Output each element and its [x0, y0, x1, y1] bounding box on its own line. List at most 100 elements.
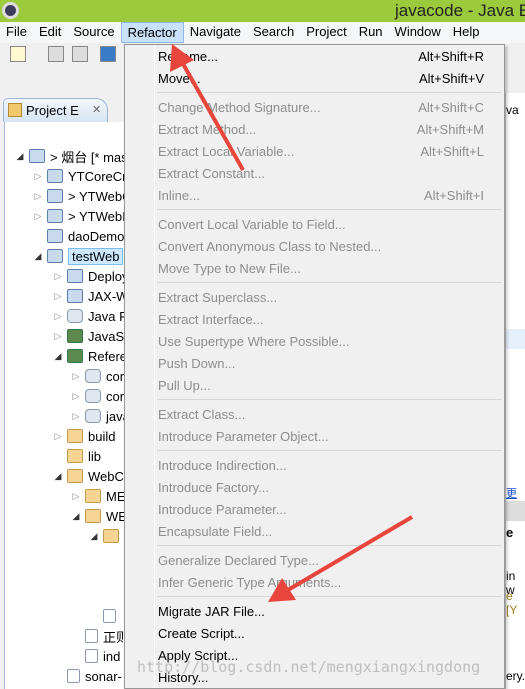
- menu-item-extract-interface[interactable]: Extract Interface...: [125, 308, 504, 330]
- folder-icon: [67, 469, 83, 483]
- menu-item-extract-constant[interactable]: Extract Constant...: [125, 162, 504, 184]
- menu-item-introduce-parameter-object[interactable]: Introduce Parameter Object...: [125, 425, 504, 447]
- tree-item[interactable]: [107, 546, 121, 566]
- menu-item-create-script[interactable]: Create Script...: [125, 622, 504, 644]
- tree-item[interactable]: ▷ java: [71, 406, 130, 426]
- close-icon[interactable]: ✕: [92, 103, 101, 116]
- menu-item-move[interactable]: Move... Alt+Shift+V: [125, 67, 504, 89]
- menu-item-introduce-parameter[interactable]: Introduce Parameter...: [125, 498, 504, 520]
- collapsed-arrow-icon[interactable]: ▷: [33, 171, 43, 182]
- menu-navigate[interactable]: Navigate: [184, 22, 247, 43]
- menu-item-shortcut: Alt+Shift+I: [424, 187, 484, 203]
- editor-tab[interactable]: va: [506, 103, 519, 117]
- menu-run[interactable]: Run: [353, 22, 389, 43]
- tree-item[interactable]: [89, 606, 121, 626]
- menu-item-extract-class[interactable]: Extract Class...: [125, 403, 504, 425]
- tree-item[interactable]: ◢ testWeb: [33, 246, 124, 266]
- console-line: ery.a: [506, 669, 525, 683]
- menu-item-introduce-factory[interactable]: Introduce Factory...: [125, 476, 504, 498]
- menu-item-generalize-declared-type[interactable]: Generalize Declared Type...: [125, 549, 504, 571]
- menu-item-extract-method[interactable]: Extract Method... Alt+Shift+M: [125, 118, 504, 140]
- console-tab[interactable]: e: [506, 525, 513, 540]
- menu-file[interactable]: File: [0, 22, 33, 43]
- menu-item-apply-script[interactable]: Apply Script...: [125, 644, 504, 666]
- collapsed-arrow-icon[interactable]: ▷: [53, 331, 63, 342]
- proj-icon: [47, 209, 63, 223]
- tree-item[interactable]: ◢ WebCo: [53, 466, 132, 486]
- tree-item[interactable]: [107, 586, 121, 606]
- tree-item[interactable]: ind: [71, 646, 120, 666]
- monitor-icon[interactable]: [100, 46, 116, 62]
- menu-item-change-method-signature[interactable]: Change Method Signature... Alt+Shift+C: [125, 96, 504, 118]
- menu-source[interactable]: Source: [67, 22, 120, 43]
- menu-search[interactable]: Search: [247, 22, 300, 43]
- collapsed-arrow-icon[interactable]: ▷: [53, 311, 63, 322]
- tree-item[interactable]: ▷ cor: [71, 386, 125, 406]
- menu-edit[interactable]: Edit: [33, 22, 67, 43]
- menu-item-label: Encapsulate Field...: [158, 523, 273, 539]
- menu-item-convert-local-variable-to-field[interactable]: Convert Local Variable to Field...: [125, 213, 504, 235]
- tree-item[interactable]: ◢: [89, 526, 124, 546]
- collapsed-arrow-icon[interactable]: ▷: [71, 371, 81, 382]
- tree-item[interactable]: ▷ JAX-W: [53, 286, 129, 306]
- menu-item-infer-generic-type-arguments[interactable]: Infer Generic Type Arguments...: [125, 571, 504, 593]
- tree-item[interactable]: ▷ cor: [71, 366, 125, 386]
- expanded-arrow-icon[interactable]: ◢: [15, 151, 25, 162]
- collapsed-arrow-icon[interactable]: ▷: [71, 391, 81, 402]
- menu-window[interactable]: Window: [389, 22, 447, 43]
- collapsed-arrow-icon[interactable]: ▷: [33, 211, 43, 222]
- collapsed-arrow-icon[interactable]: ▷: [53, 431, 63, 442]
- tree-item[interactable]: ▷ YTCoreCr: [33, 166, 127, 186]
- tree-item[interactable]: [107, 566, 121, 586]
- tree-item[interactable]: ▷ JavaSc: [53, 326, 131, 346]
- menu-item-convert-anonymous-class-to-nested[interactable]: Convert Anonymous Class to Nested...: [125, 235, 504, 257]
- menu-item-move-type-to-new-file[interactable]: Move Type to New File...: [125, 257, 504, 279]
- tree-item[interactable]: ▷ Deploy: [53, 266, 129, 286]
- menu-item-use-supertype-where-possible[interactable]: Use Supertype Where Possible...: [125, 330, 504, 352]
- menu-item-push-down[interactable]: Push Down...: [125, 352, 504, 374]
- tree-item-label: Refere: [88, 348, 128, 364]
- tree-item[interactable]: ▷ build: [53, 426, 116, 446]
- tree-item[interactable]: ◢ WE: [71, 506, 127, 526]
- new-icon[interactable]: [10, 46, 26, 62]
- tree-item[interactable]: ▷ ME: [71, 486, 126, 506]
- menu-item-inline[interactable]: Inline... Alt+Shift+I: [125, 184, 504, 206]
- menu-item-label: Move...: [158, 70, 201, 86]
- menu-bar: File Edit Source Refactor Navigate Search Proj…: [0, 22, 525, 43]
- collapsed-arrow-icon[interactable]: ▷: [71, 491, 81, 502]
- expanded-arrow-icon[interactable]: ◢: [53, 471, 63, 482]
- collapsed-arrow-icon[interactable]: ▷: [33, 191, 43, 202]
- menu-item-migrate-jar-file[interactable]: Migrate JAR File...: [125, 600, 504, 622]
- menu-item-rename[interactable]: Rename... Alt+Shift+R: [125, 45, 504, 67]
- expanded-arrow-icon[interactable]: ◢: [89, 531, 99, 542]
- proj-icon: [47, 169, 63, 183]
- collapsed-arrow-icon[interactable]: ▷: [53, 271, 63, 282]
- menu-item-extract-superclass[interactable]: Extract Superclass...: [125, 286, 504, 308]
- tree-item[interactable]: ◢ Refere: [53, 346, 128, 366]
- menu-item-extract-local-variable[interactable]: Extract Local Variable... Alt+Shift+L: [125, 140, 504, 162]
- tree-item[interactable]: lib: [53, 446, 101, 466]
- collapsed-arrow-icon[interactable]: ▷: [53, 291, 63, 302]
- expanded-arrow-icon[interactable]: ◢: [33, 251, 43, 262]
- tree-item[interactable]: sonar-: [53, 666, 122, 686]
- tree-item[interactable]: ▷ Java R: [53, 306, 129, 326]
- menu-refactor[interactable]: Refactor: [120, 22, 184, 43]
- menu-item-encapsulate-field[interactable]: Encapsulate Field...: [125, 520, 504, 542]
- save-icon[interactable]: [48, 46, 64, 62]
- save-all-icon[interactable]: [72, 46, 88, 62]
- menu-help[interactable]: Help: [447, 22, 486, 43]
- menu-item-pull-up[interactable]: Pull Up...: [125, 374, 504, 396]
- tree-item[interactable]: ▷ > YTWebC: [33, 186, 132, 206]
- collapsed-arrow-icon[interactable]: ▷: [71, 411, 81, 422]
- tree-item[interactable]: daoDemo: [33, 226, 124, 246]
- menu-item-introduce-indirection[interactable]: Introduce Indirection...: [125, 454, 504, 476]
- expanded-arrow-icon[interactable]: ◢: [53, 351, 63, 362]
- expanded-arrow-icon[interactable]: ◢: [71, 511, 81, 522]
- tab-project-explorer[interactable]: Project E ✕: [3, 98, 108, 122]
- proj-icon: [47, 249, 63, 263]
- tree-item[interactable]: ◢ > 烟台 [* mas: [15, 146, 128, 166]
- tree-item[interactable]: 正则: [71, 626, 129, 646]
- tree-item[interactable]: ▷ > YTWebI: [33, 206, 126, 226]
- menu-item-history[interactable]: History...: [125, 666, 504, 688]
- menu-project[interactable]: Project: [300, 22, 352, 43]
